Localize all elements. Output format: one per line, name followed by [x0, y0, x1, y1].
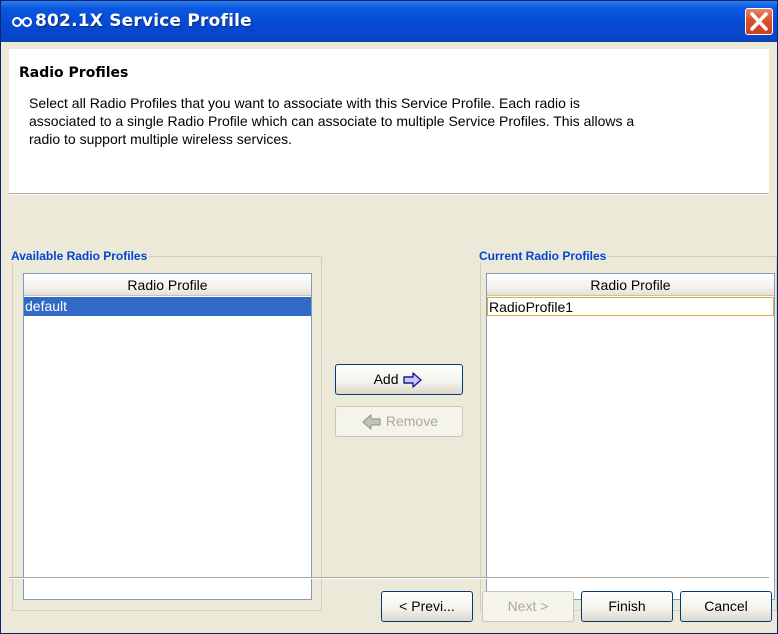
- page-description: Select all Radio Profiles that you want …: [29, 95, 635, 147]
- current-profiles-table[interactable]: Radio Profile RadioProfile1: [486, 273, 775, 600]
- current-column-header[interactable]: Radio Profile: [487, 274, 774, 296]
- available-row-default[interactable]: default: [24, 297, 311, 316]
- current-row-radioprofile1[interactable]: RadioProfile1: [487, 297, 774, 316]
- close-button[interactable]: [745, 8, 773, 35]
- arrow-left-icon: [362, 414, 381, 430]
- close-icon: [750, 12, 768, 31]
- add-button-label: Add: [373, 371, 399, 387]
- window-title: 802.1X Service Profile: [35, 11, 252, 31]
- title-bar[interactable]: 802.1X Service Profile: [1, 1, 777, 42]
- current-radio-profiles-label: Current Radio Profiles: [479, 249, 609, 263]
- current-radio-profiles-group: Current Radio Profiles Radio Profile Rad…: [479, 249, 777, 611]
- finish-button[interactable]: Finish: [581, 591, 673, 622]
- header-panel: Radio Profiles Select all Radio Profiles…: [9, 49, 769, 193]
- next-button[interactable]: Next >: [482, 591, 574, 622]
- cancel-button[interactable]: Cancel: [680, 591, 772, 622]
- available-radio-profiles-label: Available Radio Profiles: [11, 249, 150, 263]
- remove-button[interactable]: Remove: [335, 406, 463, 437]
- add-button[interactable]: Add: [335, 364, 463, 395]
- available-profiles-table[interactable]: Radio Profile default: [23, 273, 312, 600]
- glasses-icon: [12, 17, 32, 27]
- page-title: Radio Profiles: [19, 65, 129, 81]
- dialog-window: 802.1X Service Profile Radio Profiles Se…: [0, 0, 778, 634]
- header-divider: [9, 193, 769, 195]
- arrow-right-icon: [403, 372, 423, 388]
- available-column-header[interactable]: Radio Profile: [24, 274, 311, 296]
- available-radio-profiles-group: Available Radio Profiles Radio Profile d…: [11, 249, 322, 611]
- footer-divider: [9, 577, 769, 579]
- previous-button[interactable]: < Previ...: [381, 591, 473, 622]
- remove-button-label: Remove: [385, 413, 439, 429]
